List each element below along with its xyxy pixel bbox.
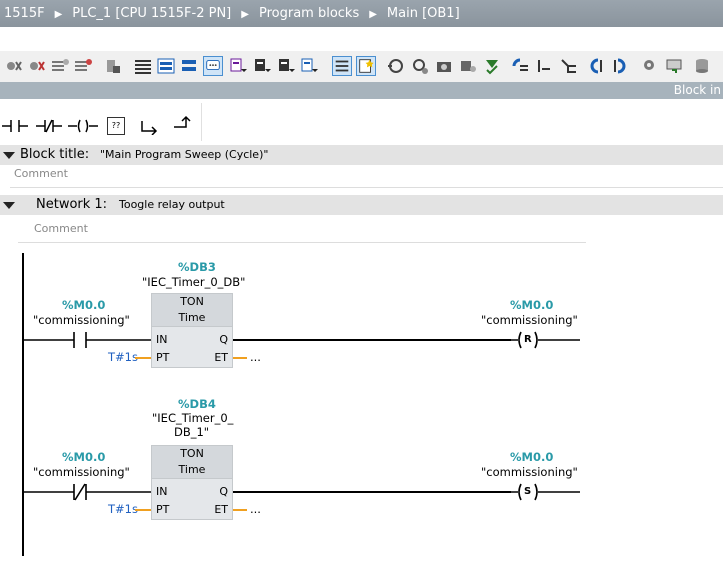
go-to-previous-icon[interactable] — [586, 56, 606, 76]
collapse-triangle-icon[interactable] — [3, 202, 15, 209]
close-all-networks-icon[interactable] — [179, 56, 199, 76]
network-comment-text: Comment — [34, 222, 88, 235]
coil-type: S — [524, 486, 532, 497]
align-left-icon[interactable] — [534, 56, 554, 76]
absolute-operand-icon[interactable] — [229, 56, 249, 76]
display-favorites-icon[interactable] — [253, 56, 273, 76]
insert-network-icon[interactable] — [50, 56, 70, 76]
coil-tag-name[interactable]: "commissioning" — [481, 465, 578, 479]
et-value[interactable]: ... — [250, 502, 261, 516]
output-wire — [233, 339, 511, 341]
network-comment-field[interactable]: Comment — [18, 218, 586, 243]
download-check-icon[interactable] — [482, 56, 502, 76]
pin-pt: PT — [156, 351, 170, 364]
pin-pt: PT — [156, 503, 170, 516]
breadcrumb-item-program-blocks[interactable]: Program blocks — [259, 0, 359, 27]
block-title-label: Block title: — [20, 147, 90, 162]
call-structure-icon[interactable] — [510, 56, 530, 76]
network-header[interactable]: Network 1: Toogle relay output — [0, 195, 723, 215]
ton-timer-block[interactable]: TON Time IN PT Q ET — [151, 445, 233, 520]
power-rail — [22, 253, 24, 556]
go-to-next-icon[interactable] — [610, 56, 630, 76]
output-wire — [233, 491, 511, 493]
settings-gear-icon[interactable] — [640, 56, 660, 76]
network-comments-icon[interactable] — [203, 56, 223, 76]
reset-coil[interactable] — [508, 330, 580, 350]
collapse-triangle-icon[interactable] — [3, 152, 15, 159]
open-all-networks-icon[interactable] — [156, 56, 176, 76]
coil-type: R — [524, 334, 532, 345]
show-tag-info-icon[interactable] — [300, 56, 320, 76]
breadcrumb-item-project[interactable]: 1515F — [0, 0, 45, 27]
block-title-header[interactable]: Block title: "Main Program Sweep (Cycle)… — [0, 145, 723, 165]
go-offline-icon[interactable] — [27, 56, 47, 76]
delete-network-icon[interactable] — [73, 56, 93, 76]
set-coil[interactable] — [508, 482, 580, 502]
pt-value[interactable]: T#1s — [108, 502, 138, 516]
toggle-list-view-icon[interactable] — [332, 56, 352, 76]
contact-address[interactable]: %M0.0 — [62, 298, 105, 312]
snapshot-icon[interactable] — [434, 56, 454, 76]
breadcrumb-item-main[interactable]: Main [OB1] — [387, 0, 460, 27]
et-wire — [233, 509, 247, 511]
coil-address[interactable]: %M0.0 — [510, 450, 553, 464]
block-interface-label: Block in — [673, 83, 721, 97]
breadcrumb: 1515F ▶ PLC_1 [CPU 1515F-2 PN] ▶ Program blo… — [0, 0, 723, 27]
contact-tag-name[interactable]: "commissioning" — [33, 313, 130, 327]
branch-icon[interactable] — [558, 56, 578, 76]
network-title[interactable]: Toogle relay output — [119, 198, 225, 211]
breadcrumb-item-plc[interactable]: PLC_1 [CPU 1515F-2 PN] — [72, 0, 231, 27]
paste-icon[interactable] — [103, 56, 123, 76]
coil-tag-name[interactable]: "commissioning" — [481, 313, 578, 327]
pin-q: Q — [219, 333, 228, 346]
pin-et: ET — [214, 351, 228, 364]
ton-timer-block[interactable]: TON Time IN PT Q ET — [151, 293, 233, 368]
block-interface-bar[interactable]: Block in — [0, 82, 723, 99]
pin-in: IN — [156, 333, 168, 346]
db-instance-name[interactable]: "IEC_Timer_0_DB" — [142, 275, 245, 289]
contact-address[interactable]: %M0.0 — [62, 450, 105, 464]
coil-address[interactable]: %M0.0 — [510, 298, 553, 312]
pt-value[interactable]: T#1s — [108, 350, 138, 364]
fb-type: TON — [152, 294, 232, 310]
block-title-value[interactable]: "Main Program Sweep (Cycle)" — [100, 148, 268, 161]
editor-toolbar — [0, 51, 723, 83]
fb-subtype: Time — [152, 310, 232, 327]
pt-wire — [135, 357, 151, 359]
db-instance-name-line2[interactable]: DB_1" — [174, 425, 209, 439]
contact-tag-name[interactable]: "commissioning" — [33, 465, 130, 479]
network-label: Network 1: — [36, 197, 108, 212]
database-icon[interactable] — [693, 56, 713, 76]
pt-wire — [135, 509, 151, 511]
load-snapshot-icon[interactable] — [458, 56, 478, 76]
db-address[interactable]: %DB3 — [178, 260, 216, 274]
pin-q: Q — [219, 485, 228, 498]
insert-rung-icon[interactable] — [133, 56, 153, 76]
fb-subtype: Time — [152, 462, 232, 479]
monitor-on-icon[interactable] — [386, 56, 406, 76]
pin-in: IN — [156, 485, 168, 498]
add-favorite-icon[interactable] — [356, 56, 376, 76]
et-wire — [233, 357, 247, 359]
normally-open-contact[interactable] — [24, 330, 152, 350]
db-instance-name[interactable]: "IEC_Timer_0_ — [152, 411, 233, 425]
simulation-icon[interactable] — [664, 56, 684, 76]
monitor-modify-icon[interactable] — [410, 56, 430, 76]
et-value[interactable]: ... — [250, 350, 261, 364]
show-tags-icon[interactable] — [277, 56, 297, 76]
normally-closed-contact[interactable] — [24, 482, 152, 502]
db-address[interactable]: %DB4 — [178, 397, 216, 411]
chevron-right-icon: ▶ — [241, 9, 249, 20]
pin-et: ET — [214, 503, 228, 516]
block-comment-text: Comment — [14, 167, 68, 180]
chevron-right-icon: ▶ — [54, 9, 63, 20]
favorites-frame — [0, 103, 202, 141]
block-comment-field[interactable]: Comment — [10, 165, 723, 188]
chevron-right-icon: ▶ — [369, 9, 377, 20]
go-online-icon[interactable] — [4, 56, 24, 76]
instruction-favorites-bar: ?? — [0, 103, 723, 143]
window-spacer — [0, 27, 723, 51]
fb-type: TON — [152, 446, 232, 462]
